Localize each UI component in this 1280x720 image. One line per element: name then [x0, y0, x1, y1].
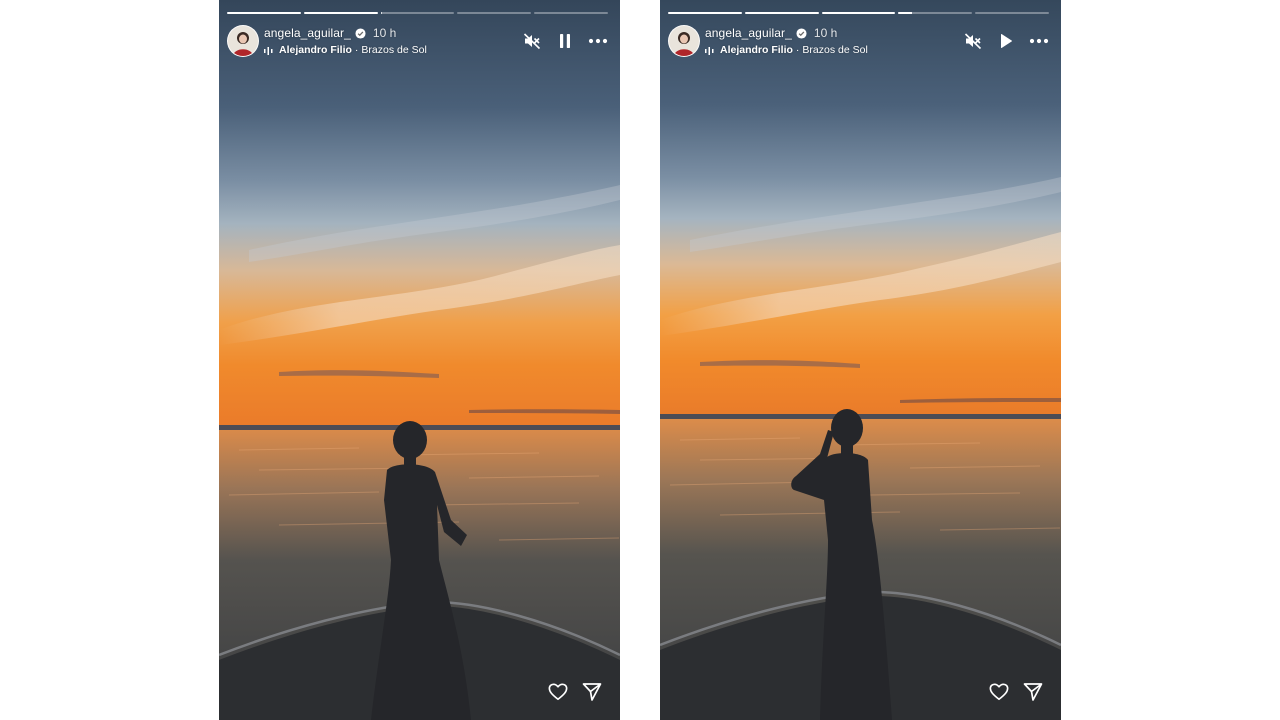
heart-icon[interactable] [548, 682, 568, 702]
audio-bars-icon [264, 46, 273, 55]
post-time: 10 h [372, 26, 397, 40]
music-song: Brazos de Sol [361, 44, 427, 56]
story-header: angela_aguilar_ 10 h Alejandro Filio · B… [227, 24, 608, 58]
story-progress-bar [227, 12, 608, 15]
avatar[interactable] [668, 25, 700, 57]
progress-segment [457, 12, 532, 14]
username[interactable]: angela_aguilar_ [705, 26, 792, 40]
send-icon[interactable] [1023, 682, 1043, 702]
pause-icon[interactable] [555, 31, 575, 51]
more-icon[interactable] [588, 31, 608, 51]
music-artist: Alejandro Filio [720, 44, 793, 56]
sunset-photo-right [660, 0, 1061, 720]
music-song: Brazos de Sol [802, 44, 868, 56]
progress-segment [744, 12, 819, 14]
progress-segment [227, 12, 301, 14]
mute-icon[interactable] [963, 31, 983, 51]
post-time: 10 h [813, 26, 838, 40]
verified-badge-icon [796, 27, 807, 39]
more-icon[interactable] [1029, 31, 1049, 51]
avatar[interactable] [227, 25, 259, 57]
username[interactable]: angela_aguilar_ [264, 26, 351, 40]
progress-segment [821, 12, 896, 14]
music-info[interactable]: Alejandro Filio · Brazos de Sol [705, 43, 868, 57]
progress-segment [534, 12, 608, 14]
mute-icon[interactable] [522, 31, 542, 51]
story-progress-bar [668, 12, 1049, 15]
music-artist: Alejandro Filio [279, 44, 352, 56]
story-header: angela_aguilar_ 10 h Alejandro Filio · B… [668, 24, 1049, 58]
music-separator: · [795, 44, 800, 56]
heart-icon[interactable] [989, 682, 1009, 702]
story-frame-right[interactable]: angela_aguilar_ 10 h Alejandro Filio · B… [660, 0, 1061, 720]
play-icon[interactable] [996, 31, 1016, 51]
sunset-photo-left [219, 0, 620, 720]
progress-segment [898, 12, 973, 14]
music-info[interactable]: Alejandro Filio · Brazos de Sol [264, 43, 427, 57]
verified-badge-icon [355, 27, 366, 39]
send-icon[interactable] [582, 682, 602, 702]
progress-segment [380, 12, 455, 14]
story-frame-left[interactable]: angela_aguilar_ 10 h Alejandro Filio · B… [219, 0, 620, 720]
progress-segment [975, 12, 1049, 14]
audio-bars-icon [705, 46, 714, 55]
progress-segment [668, 12, 742, 14]
progress-segment [303, 12, 378, 14]
music-separator: · [354, 44, 359, 56]
